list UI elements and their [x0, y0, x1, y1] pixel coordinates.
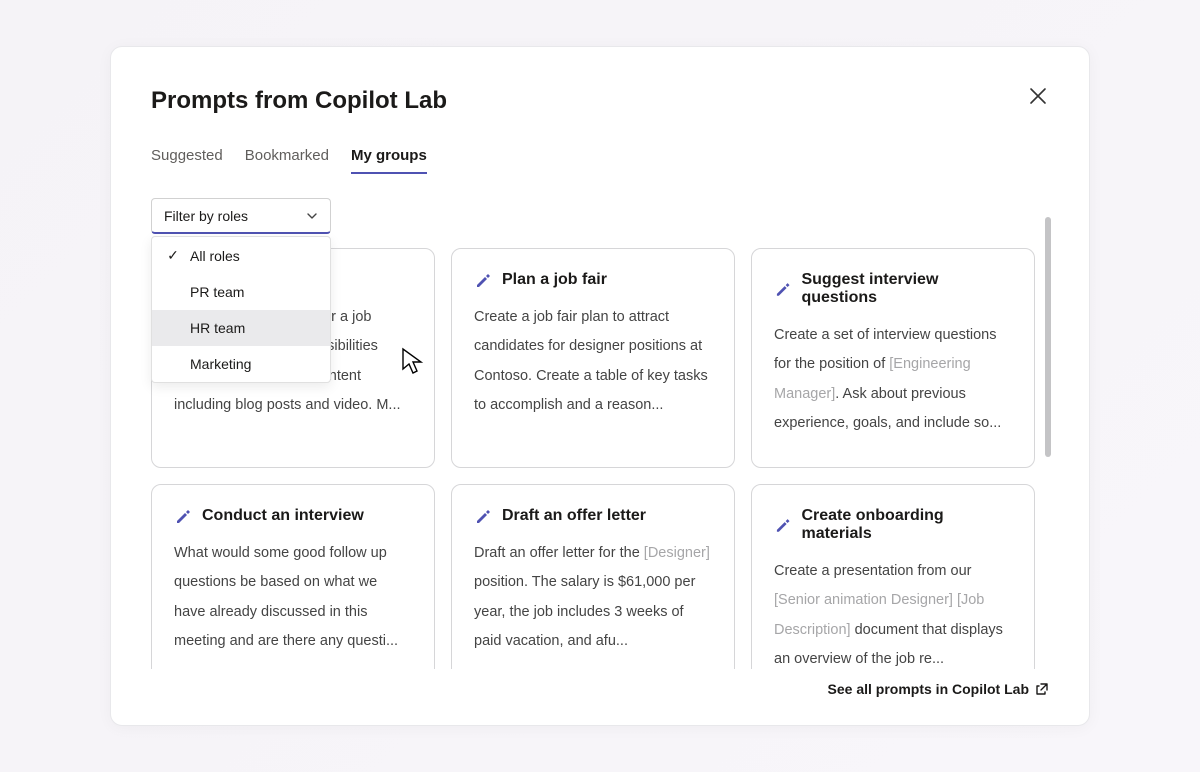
filter-label: Filter by roles — [164, 208, 248, 224]
modal-title: Prompts from Copilot Lab — [151, 87, 1049, 115]
card-body: Draft an offer letter for the [Designer]… — [474, 539, 712, 656]
card-title: Create onboarding materials — [801, 507, 1012, 543]
tab-my-groups[interactable]: My groups — [351, 147, 427, 174]
prompt-icon — [174, 507, 192, 525]
filter-dropdown-menu: ✓ All roles PR team HR team Marketing — [151, 236, 331, 383]
filter-by-roles-button[interactable]: Filter by roles — [151, 198, 331, 234]
see-all-prompts-link[interactable]: See all prompts in Copilot Lab — [151, 681, 1049, 697]
tabs: Suggested Bookmarked My groups — [151, 147, 1049, 174]
card-body: What would some good follow up questions… — [174, 539, 412, 656]
scrollbar[interactable] — [1045, 217, 1051, 457]
chevron-down-icon — [306, 210, 318, 222]
filter-option-marketing[interactable]: Marketing — [152, 346, 330, 382]
card-body: Create a set of interview questions for … — [774, 321, 1012, 438]
filter-option-pr-team[interactable]: PR team — [152, 274, 330, 310]
prompt-icon — [774, 516, 791, 534]
card-body: Create a presentation from our [Senior a… — [774, 557, 1012, 669]
card-title: Conduct an interview — [202, 507, 364, 525]
filter-option-hr-team[interactable]: HR team — [152, 310, 330, 346]
card-title: Suggest interview questions — [801, 271, 1012, 307]
filter-dropdown-wrap: Filter by roles ✓ All roles PR team HR t… — [151, 198, 331, 234]
prompt-icon — [474, 271, 492, 289]
prompt-card[interactable]: Conduct an interview What would some goo… — [151, 484, 435, 669]
prompt-icon — [774, 280, 791, 298]
card-title: Plan a job fair — [502, 271, 607, 289]
close-button[interactable] — [1025, 83, 1051, 109]
prompt-card[interactable]: Plan a job fair Create a job fair plan t… — [451, 248, 735, 468]
card-body: Create a job fair plan to attract candid… — [474, 303, 712, 420]
tab-suggested[interactable]: Suggested — [151, 147, 223, 174]
check-icon: ✓ — [166, 247, 180, 264]
card-title: Draft an offer letter — [502, 507, 646, 525]
copilot-lab-modal: Prompts from Copilot Lab Suggested Bookm… — [110, 46, 1090, 726]
tab-bookmarked[interactable]: Bookmarked — [245, 147, 329, 174]
prompt-icon — [474, 507, 492, 525]
prompt-card[interactable]: Create onboarding materials Create a pre… — [751, 484, 1035, 669]
prompt-card[interactable]: Draft an offer letter Draft an offer let… — [451, 484, 735, 669]
prompt-card[interactable]: Suggest interview questions Create a set… — [751, 248, 1035, 468]
close-icon — [1029, 87, 1047, 105]
external-link-icon — [1035, 682, 1049, 696]
placeholder-text: [Designer] — [644, 545, 710, 561]
filter-option-all-roles[interactable]: ✓ All roles — [152, 237, 330, 274]
